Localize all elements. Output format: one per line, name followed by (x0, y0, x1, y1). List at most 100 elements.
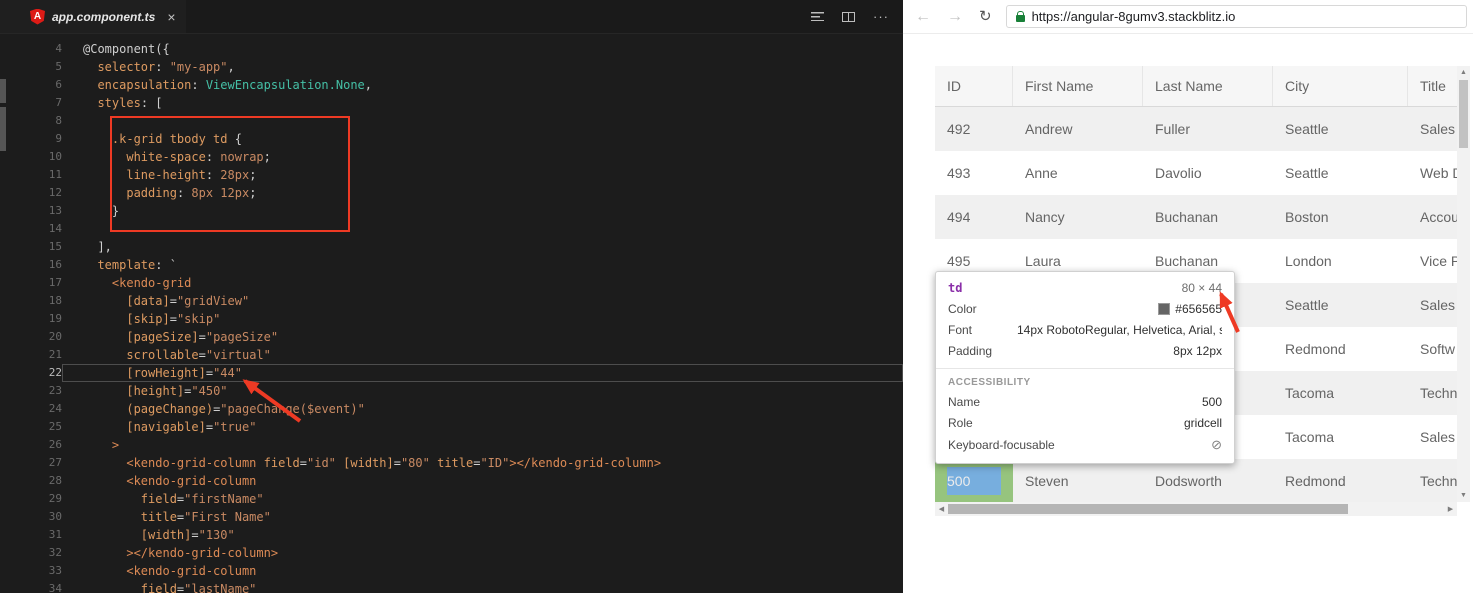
code-text: @Component({ (62, 40, 903, 58)
code-line[interactable]: 31 [width]="130" (0, 526, 903, 544)
grid-cell[interactable]: Buchanan (1143, 195, 1273, 239)
code-line[interactable]: 22 [rowHeight]="44" (0, 364, 903, 382)
grid-cell[interactable]: 494 (935, 195, 1013, 239)
grid-cell[interactable]: Sales (1408, 283, 1457, 327)
grid-cell[interactable]: 492 (935, 107, 1013, 151)
code-line[interactable]: 5 selector: "my-app", (0, 58, 903, 76)
tooltip-value: 500 (1202, 395, 1222, 409)
scroll-up-icon[interactable]: ▲ (1457, 66, 1470, 79)
tooltip-row: Name500 (948, 395, 1222, 409)
tooltip-label: Role (948, 416, 973, 430)
line-number: 14 (0, 220, 62, 238)
code-line[interactable]: 15 ], (0, 238, 903, 256)
tooltip-label: Keyboard-focusable (948, 438, 1055, 452)
grid-cell[interactable]: Seattle (1273, 283, 1408, 327)
tooltip-row: Keyboard-focusable ⊘ (948, 437, 1222, 453)
angular-icon: A (30, 9, 45, 25)
grid-cell[interactable]: Anne (1013, 151, 1143, 195)
accessibility-section-label: ACCESSIBILITY (948, 377, 1222, 388)
grid-cell[interactable]: Techn (1408, 459, 1457, 503)
grid-cell[interactable]: Softw (1408, 327, 1457, 371)
grid-cell[interactable]: Vice P (1408, 239, 1457, 283)
line-number: 29 (0, 490, 62, 508)
not-focusable-icon: ⊘ (1211, 437, 1222, 453)
vertical-scrollbar-thumb[interactable] (1459, 80, 1468, 148)
inspected-grid-cell[interactable]: 500 (935, 459, 1013, 503)
back-icon[interactable]: ← (915, 9, 931, 25)
split-editor-icon[interactable] (842, 12, 855, 22)
grid-cell[interactable]: Sales (1408, 415, 1457, 459)
code-line[interactable]: 28 <kendo-grid-column (0, 472, 903, 490)
grid-cell[interactable]: Nancy (1013, 195, 1143, 239)
grid-cell[interactable]: 493 (935, 151, 1013, 195)
code-line[interactable]: 33 <kendo-grid-column (0, 562, 903, 580)
code-line[interactable]: 20 [pageSize]="pageSize" (0, 328, 903, 346)
code-line[interactable]: 4@Component({ (0, 40, 903, 58)
line-number: 9 (0, 130, 62, 148)
forward-icon[interactable]: → (947, 9, 963, 25)
horizontal-scrollbar-thumb[interactable] (948, 504, 1348, 514)
code-line[interactable]: 17 <kendo-grid (0, 274, 903, 292)
code-text: field="firstName" (62, 490, 903, 508)
code-line[interactable]: 6 encapsulation: ViewEncapsulation.None, (0, 76, 903, 94)
scroll-down-icon[interactable]: ▼ (1457, 489, 1470, 502)
grid-cell[interactable]: Fuller (1143, 107, 1273, 151)
close-tab-icon[interactable]: × (167, 10, 175, 24)
code-line[interactable]: 25 [navigable]="true" (0, 418, 903, 436)
code-text: <kendo-grid-column field="id" [width]="8… (62, 454, 903, 472)
grid-cell[interactable]: Sales (1408, 107, 1457, 151)
code-line[interactable]: 34 field="lastName" (0, 580, 903, 593)
line-number: 27 (0, 454, 62, 472)
code-line[interactable]: 26 > (0, 436, 903, 454)
code-line[interactable]: 27 <kendo-grid-column field="id" [width]… (0, 454, 903, 472)
code-line[interactable]: 18 [data]="gridView" (0, 292, 903, 310)
tab-app-component-ts[interactable]: A app.component.ts × (0, 0, 186, 33)
code-line[interactable]: 21 scrollable="virtual" (0, 346, 903, 364)
line-number: 33 (0, 562, 62, 580)
code-line[interactable]: 30 title="First Name" (0, 508, 903, 526)
code-text: styles: [ (62, 94, 903, 112)
grid-cell[interactable]: Techn (1408, 371, 1457, 415)
code-line[interactable]: 24 (pageChange)="pageChange($event)" (0, 400, 903, 418)
reload-icon[interactable]: ↻ (979, 9, 992, 24)
more-actions-icon[interactable]: ··· (873, 10, 889, 23)
grid-cell[interactable]: Dodsworth (1143, 459, 1273, 503)
scroll-left-icon[interactable]: ◀ (935, 502, 948, 516)
tooltip-value: ⊘ (1211, 437, 1222, 453)
code-text: template: ` (62, 256, 903, 274)
code-line[interactable]: 19 [skip]="skip" (0, 310, 903, 328)
scroll-right-icon[interactable]: ▶ (1444, 502, 1457, 516)
code-line[interactable]: 32 ></kendo-grid-column> (0, 544, 903, 562)
grid-cell[interactable]: Steven (1013, 459, 1143, 503)
grid-cell[interactable]: Davolio (1143, 151, 1273, 195)
grid-cell[interactable]: Redmond (1273, 327, 1408, 371)
grid-cell[interactable]: Seattle (1273, 107, 1408, 151)
grid-horizontal-scrollbar[interactable]: ◀ ▶ (935, 502, 1457, 516)
grid-cell[interactable]: Redmond (1273, 459, 1408, 503)
line-number: 18 (0, 292, 62, 310)
grid-cell[interactable]: Boston (1273, 195, 1408, 239)
code-line[interactable]: 23 [height]="450" (0, 382, 903, 400)
grid-cell[interactable]: Tacoma (1273, 415, 1408, 459)
grid-cell[interactable]: London (1273, 239, 1408, 283)
line-number: 25 (0, 418, 62, 436)
code-line[interactable]: 16 template: ` (0, 256, 903, 274)
code-line[interactable]: 7 styles: [ (0, 94, 903, 112)
code-line[interactable]: 29 field="firstName" (0, 490, 903, 508)
format-icon[interactable] (811, 12, 824, 21)
grid-cell[interactable]: Seattle (1273, 151, 1408, 195)
grid-cell[interactable]: Andrew (1013, 107, 1143, 151)
tooltip-label: Font (948, 323, 972, 337)
grid-cell[interactable]: Tacoma (1273, 371, 1408, 415)
grid-vertical-scrollbar[interactable]: ▲ ▼ (1457, 66, 1470, 502)
inspected-element-dimensions: 80 × 44 (1182, 281, 1222, 295)
grid-cell[interactable]: Accou (1408, 195, 1457, 239)
code-text: (pageChange)="pageChange($event)" (62, 400, 903, 418)
url-bar[interactable]: https://angular-8gumv3.stackblitz.io (1006, 5, 1467, 28)
color-swatch (1158, 303, 1170, 315)
grid-cell[interactable]: Web D (1408, 151, 1457, 195)
tooltip-value: gridcell (1184, 416, 1222, 430)
line-number: 20 (0, 328, 62, 346)
url-text: https://angular-8gumv3.stackblitz.io (1032, 9, 1236, 24)
line-number: 12 (0, 184, 62, 202)
